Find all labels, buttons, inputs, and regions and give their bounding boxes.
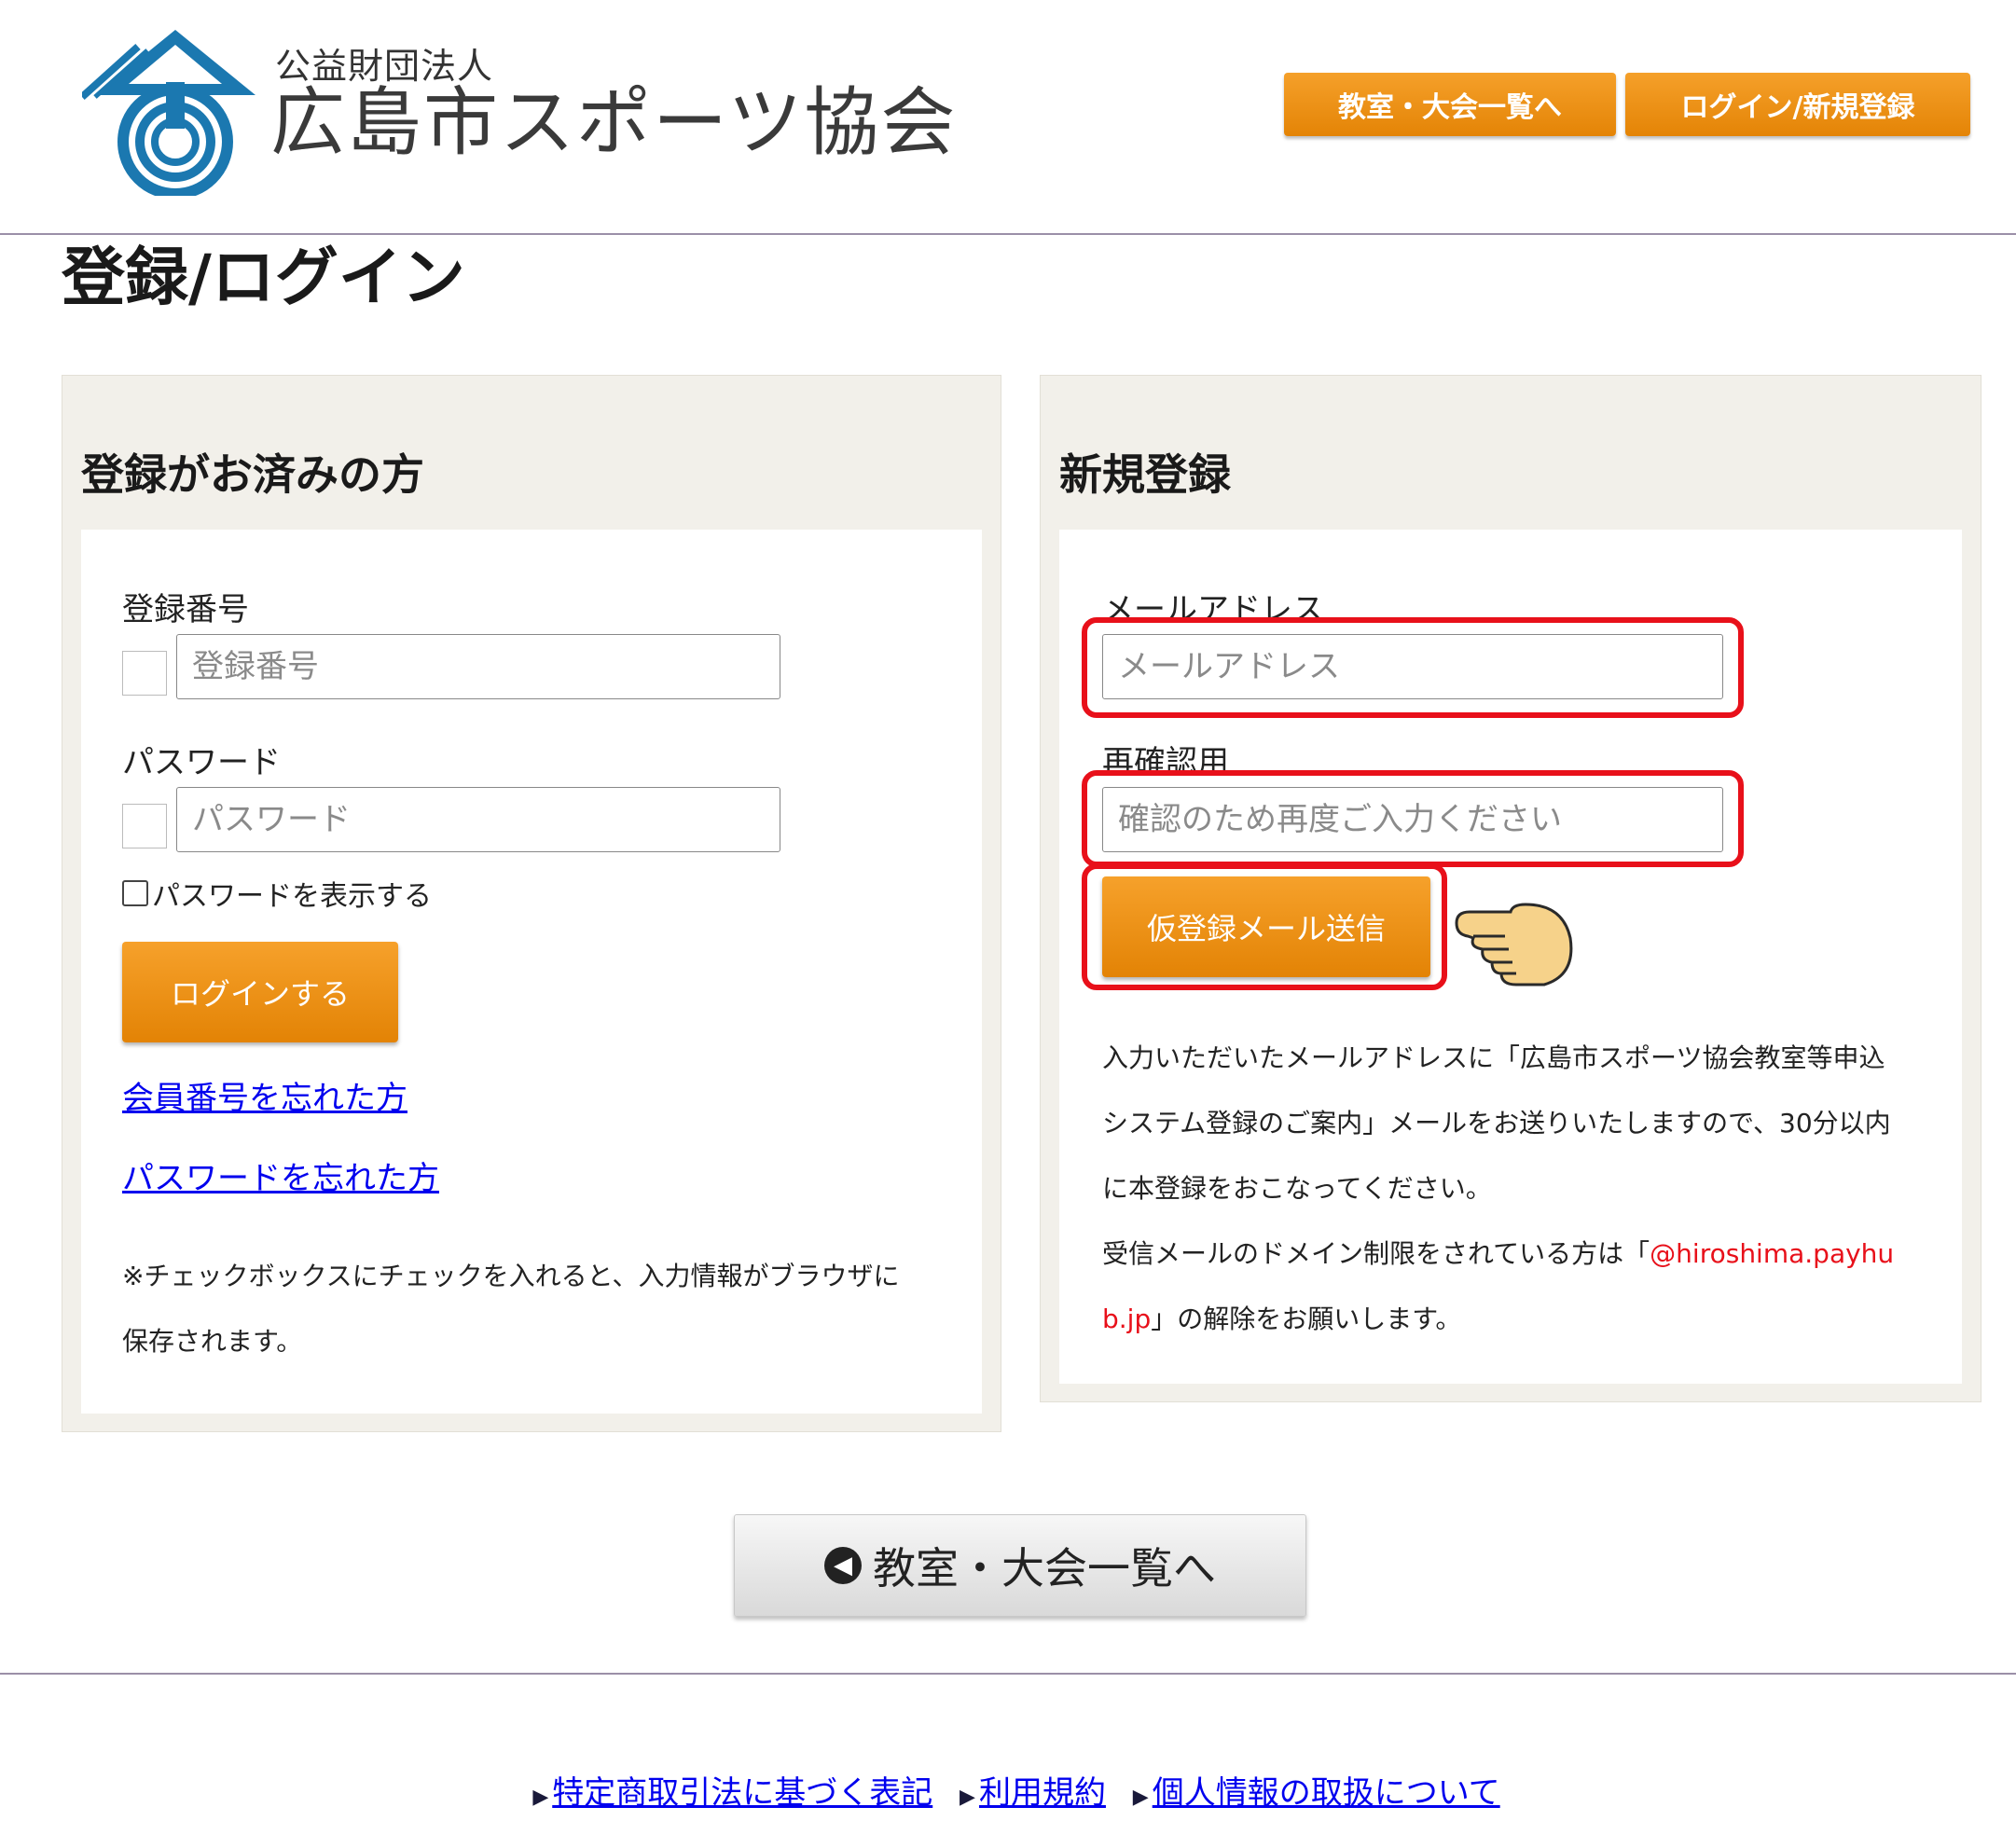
register-form: メールアドレス 再確認用 仮登録メール送信 入力いただいたメールアドレスに「広島… — [1059, 530, 1962, 1384]
back-to-class-list-button[interactable]: ◀ 教室・大会一覧へ — [734, 1514, 1306, 1617]
logo-icon — [82, 30, 255, 196]
registration-info: 入力いただいたメールアドレスに「広島市スポーツ協会教室等申込 システム登録のご案… — [1102, 1026, 1941, 1352]
domain-part1: @hiroshima.payhu — [1650, 1238, 1895, 1269]
password-save-checkbox[interactable] — [122, 804, 167, 848]
save-note-line2: 保存されます。 — [122, 1326, 303, 1357]
login-register-button[interactable]: ログイン/新規登録 — [1625, 73, 1970, 136]
login-panel: 登録がお済みの方 登録番号 パスワード パスワードを表示する ログインする 会員… — [62, 375, 1001, 1432]
login-button[interactable]: ログインする — [122, 942, 398, 1042]
back-to-class-list-label: 教室・大会一覧へ — [873, 1543, 1216, 1593]
save-note-line1: ※チェックボックスにチェックを入れると、入力情報がブラウザに — [122, 1261, 900, 1291]
email-highlight — [1082, 617, 1744, 718]
login-panel-title: 登録がお済みの方 — [81, 449, 424, 500]
show-password-row: パスワードを表示する — [122, 873, 432, 914]
back-arrow-icon: ◀ — [824, 1547, 862, 1584]
footer-links: ▶ 特定商取引法に基づく表記 ▶ 利用規約 ▶ 個人情報の取扱について — [0, 1767, 2016, 1813]
triangle-icon: ▶ — [532, 1786, 549, 1809]
org-name: 広島市スポーツ協会 — [270, 79, 958, 166]
footer-link-tokushoho[interactable]: 特定商取引法に基づく表記 — [552, 1774, 932, 1812]
send-button-highlight — [1082, 863, 1447, 990]
domain-line: 受信メールのドメイン制限をされている方は「@hiroshima.payhu — [1102, 1221, 1941, 1287]
login-form: 登録番号 パスワード パスワードを表示する ログインする 会員番号を忘れた方 パ… — [81, 530, 982, 1414]
confirm-highlight — [1082, 770, 1744, 867]
triangle-icon: ▶ — [1132, 1786, 1149, 1809]
info-line2: システム登録のご案内」メールをお送りいたしますので、30分以内 — [1102, 1108, 1891, 1138]
class-list-button[interactable]: 教室・大会一覧へ — [1284, 73, 1616, 136]
forgot-password-link[interactable]: パスワードを忘れた方 — [122, 1152, 439, 1198]
triangle-icon: ▶ — [960, 1786, 975, 1809]
domain-line-prefix: 受信メールのドメイン制限をされている方は「 — [1102, 1238, 1650, 1269]
member-number-input[interactable] — [176, 634, 780, 699]
footer-link-terms[interactable]: 利用規約 — [979, 1774, 1106, 1812]
show-password-checkbox[interactable] — [122, 880, 148, 906]
register-panel-title: 新規登録 — [1059, 449, 1231, 500]
password-label: パスワード — [122, 744, 281, 781]
member-save-checkbox[interactable] — [122, 651, 167, 696]
domain-line-suffix: 」の解除をお願いします。 — [1151, 1304, 1462, 1334]
forgot-member-link[interactable]: 会員番号を忘れた方 — [122, 1072, 407, 1118]
show-password-label: パスワードを表示する — [152, 880, 432, 913]
info-line3: に本登録をおこなってください。 — [1102, 1173, 1492, 1204]
footer-divider — [0, 1673, 2016, 1675]
info-line1: 入力いただいたメールアドレスに「広島市スポーツ協会教室等申込 — [1102, 1042, 1885, 1073]
header-divider — [0, 233, 2016, 235]
footer-link-privacy[interactable]: 個人情報の取扱について — [1153, 1774, 1500, 1812]
save-note: ※チェックボックスにチェックを入れると、入力情報がブラウザに 保存されます。 — [122, 1244, 961, 1374]
page-title: 登録/ログイン — [62, 241, 465, 315]
member-number-label: 登録番号 — [122, 591, 249, 628]
register-panel: 新規登録 メールアドレス 再確認用 仮登録メール送信 入力いただいたメールアドレ… — [1040, 375, 1981, 1402]
password-input[interactable] — [176, 787, 780, 852]
domain-part2: b.jp — [1102, 1304, 1152, 1334]
pointing-hand-icon — [1455, 903, 1573, 986]
domain-line2: b.jp」の解除をお願いします。 — [1102, 1287, 1941, 1352]
